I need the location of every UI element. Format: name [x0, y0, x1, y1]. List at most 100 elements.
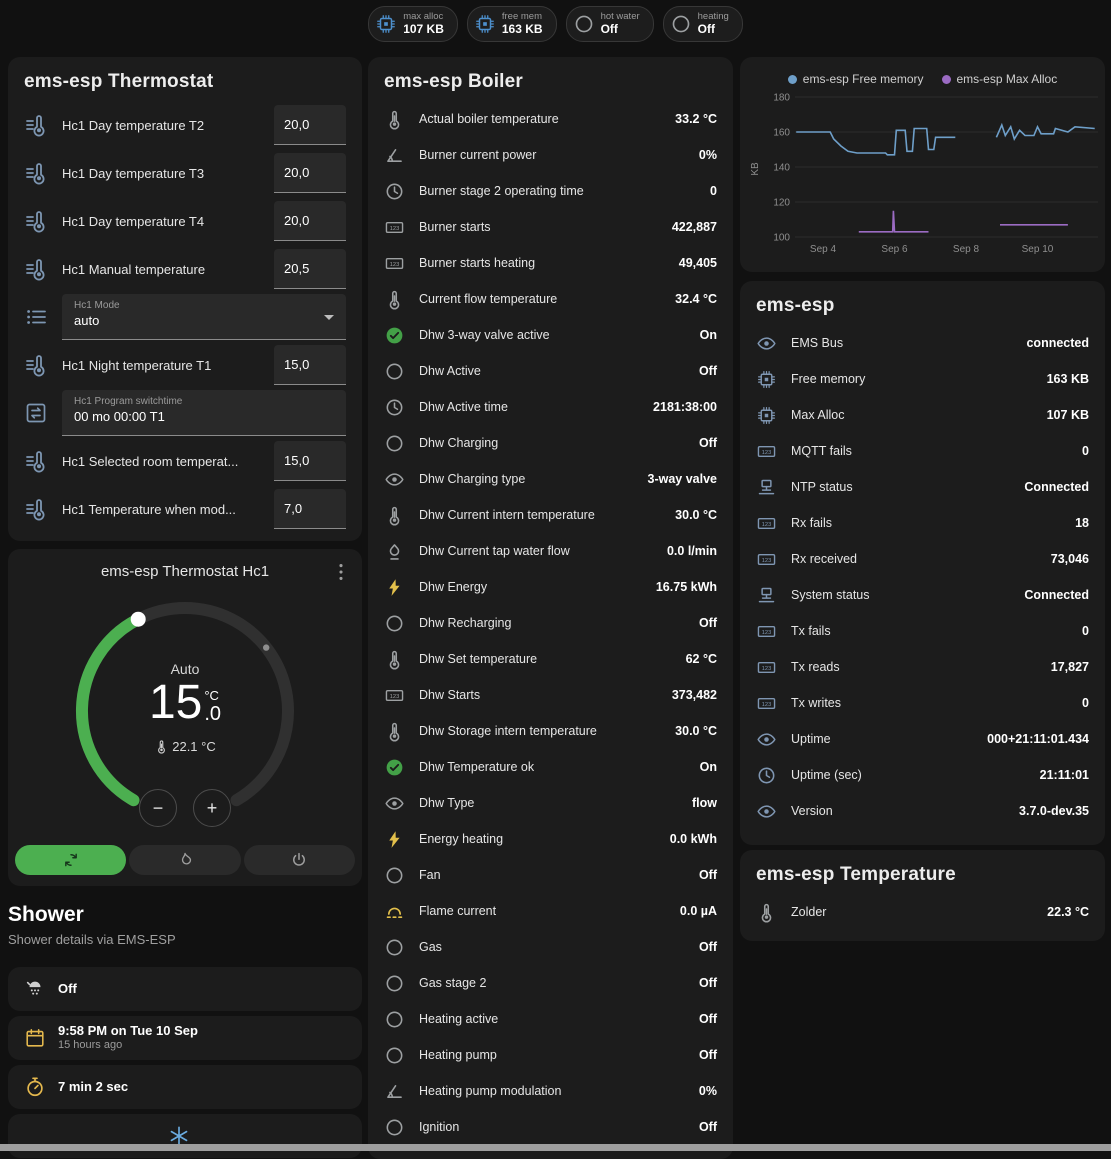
status-badge[interactable]: max alloc 107 KB — [368, 6, 458, 42]
circle-icon — [670, 13, 692, 35]
number-input[interactable]: 15,0 — [274, 345, 346, 385]
legend-item[interactable]: ems-esp Free memory — [788, 72, 924, 86]
entity-row[interactable]: Hc1 Temperature when mod... 7,0 Hc1 Temp… — [24, 485, 346, 533]
sensor-row[interactable]: System status Connected — [756, 577, 1089, 613]
sensor-row[interactable]: Dhw Set temperature 62 °C — [384, 641, 717, 677]
shower-card[interactable]: 9:58 PM on Tue 10 Sep 15 hours ago — [8, 1016, 362, 1060]
select-field[interactable]: Hc1 Mode auto — [62, 294, 346, 340]
entity-label: Hc1 Manual temperature — [62, 262, 274, 277]
power-icon — [290, 851, 308, 869]
sensor-row[interactable]: MQTT fails 0 — [756, 433, 1089, 469]
select-field[interactable]: Hc1 Program switchtime 00 mo 00:00 T1 — [62, 390, 346, 436]
hvac-mode-button[interactable] — [15, 845, 126, 875]
sensor-row[interactable]: Dhw Current tap water flow 0.0 l/min — [384, 533, 717, 569]
entity-row[interactable]: Hc1 Selected room temperat... 15,0 Hc1 S… — [24, 437, 346, 485]
sensor-row[interactable]: Burner current power 0% — [384, 137, 717, 173]
circle-icon — [384, 1009, 405, 1030]
shower-card[interactable]: Off — [8, 967, 362, 1011]
sensor-row[interactable]: Dhw Energy 16.75 kWh — [384, 569, 717, 605]
eye-icon — [756, 729, 777, 750]
sensor-row[interactable]: Energy heating 0.0 kWh — [384, 821, 717, 857]
sensor-row[interactable]: Uptime 000+21:11:01.434 — [756, 721, 1089, 757]
sensor-row[interactable]: Ignition Off — [384, 1109, 717, 1145]
field-label: Hc1 Mode — [74, 300, 318, 311]
sensor-row[interactable]: Fan Off — [384, 857, 717, 893]
sensor-name: Uptime — [791, 732, 973, 746]
sensor-row[interactable]: Tx fails 0 — [756, 613, 1089, 649]
sensor-row[interactable]: Dhw Temperature ok On — [384, 749, 717, 785]
status-badge[interactable]: free mem 163 KB — [467, 6, 557, 42]
sensor-row[interactable]: Rx fails 18 — [756, 505, 1089, 541]
sensor-row[interactable]: Uptime (sec) 21:11:01 — [756, 757, 1089, 793]
sensor-row[interactable]: Dhw Storage intern temperature 30.0 °C — [384, 713, 717, 749]
horizontal-scrollbar[interactable] — [0, 1144, 1111, 1151]
hvac-mode-button[interactable] — [244, 845, 355, 875]
sensor-row[interactable]: Burner starts heating 49,405 — [384, 245, 717, 281]
number-input[interactable]: 7,0 — [274, 489, 346, 529]
sensor-row[interactable]: Gas stage 2 Off — [384, 965, 717, 1001]
number-input[interactable]: 15,0 — [274, 441, 346, 481]
hvac-mode-button[interactable] — [129, 845, 240, 875]
sensor-row[interactable]: Heating active Off — [384, 1001, 717, 1037]
sensor-row[interactable]: NTP status Connected — [756, 469, 1089, 505]
status-badge[interactable]: hot water Off — [566, 6, 654, 42]
temp-increase-button[interactable]: + — [193, 789, 231, 827]
sensor-row[interactable]: Heating pump Off — [384, 1037, 717, 1073]
number-input[interactable]: 20,0 — [274, 153, 346, 193]
sensor-row[interactable]: Dhw Recharging Off — [384, 605, 717, 641]
sensor-row[interactable]: Burner starts 422,887 — [384, 209, 717, 245]
sensor-row[interactable]: Flame current 0.0 µA — [384, 893, 717, 929]
badge-value: Off — [698, 23, 729, 36]
dots-vertical-icon[interactable] — [330, 561, 352, 583]
sensor-row[interactable]: Dhw 3-way valve active On — [384, 317, 717, 353]
shower-card[interactable] — [8, 1114, 362, 1158]
sensor-name: Dhw Charging — [419, 436, 685, 450]
entity-row[interactable]: Hc1 Mode auto Hc1 Mode auto — [24, 293, 346, 341]
sensor-row[interactable]: Dhw Starts 373,482 — [384, 677, 717, 713]
sensor-value: Connected — [1024, 588, 1089, 602]
temperature-card: ems-esp Temperature Zolder 22.3 °C — [740, 850, 1105, 941]
sensor-row[interactable]: EMS Bus connected — [756, 325, 1089, 361]
sensor-row[interactable]: Tx reads 17,827 — [756, 649, 1089, 685]
shower-card[interactable]: 7 min 2 sec — [8, 1065, 362, 1109]
entity-row[interactable]: Hc1 Day temperature T3 20,0 Hc1 Day temp… — [24, 149, 346, 197]
number-input[interactable]: 20,0 — [274, 105, 346, 145]
sensor-row[interactable]: Zolder 22.3 °C — [756, 894, 1089, 930]
sensor-value: 17,827 — [1051, 660, 1089, 674]
entity-row[interactable]: Hc1 Day temperature T2 20,0 Hc1 Day temp… — [24, 101, 346, 149]
sensor-row[interactable]: Dhw Charging Off — [384, 425, 717, 461]
temp-decrease-button[interactable]: − — [139, 789, 177, 827]
sensor-row[interactable]: Free memory 163 KB — [756, 361, 1089, 397]
svg-text:140: 140 — [773, 163, 790, 174]
sensor-row[interactable]: Dhw Current intern temperature 30.0 °C — [384, 497, 717, 533]
legend-item[interactable]: ems-esp Max Alloc — [942, 72, 1058, 86]
sensor-row[interactable]: Burner stage 2 operating time 0 — [384, 173, 717, 209]
number-input[interactable]: 20,0 — [274, 201, 346, 241]
section-subtitle: Shower details via EMS-ESP — [8, 932, 362, 947]
entity-row[interactable]: Hc1 Night temperature T1 15,0 Hc1 Night … — [24, 341, 346, 389]
status-badge[interactable]: heating Off — [663, 6, 743, 42]
sensor-row[interactable]: Max Alloc 107 KB — [756, 397, 1089, 433]
entity-row[interactable]: Hc1 Program switchtime 00 mo 00:00 T1 Hc… — [24, 389, 346, 437]
sensor-row[interactable]: Actual boiler temperature 33.2 °C — [384, 101, 717, 137]
entity-row[interactable]: Hc1 Manual temperature 20,5 Hc1 Manual t… — [24, 245, 346, 293]
sensor-row[interactable]: Tx writes 0 — [756, 685, 1089, 721]
entity-row[interactable]: Hc1 Day temperature T4 20,0 Hc1 Day temp… — [24, 197, 346, 245]
sensor-row[interactable]: Dhw Active time 2181:38:00 — [384, 389, 717, 425]
entity-label: Hc1 Day temperature T3 — [62, 166, 274, 181]
sensor-row[interactable]: Heating pump modulation 0% — [384, 1073, 717, 1109]
svg-text:KB: KB — [750, 162, 761, 176]
sensor-value: 373,482 — [672, 688, 717, 702]
counter-icon — [756, 549, 777, 570]
sensor-name: Dhw Current tap water flow — [419, 544, 653, 558]
sensor-name: Zolder — [791, 905, 1033, 919]
sensor-row[interactable]: Version 3.7.0-dev.35 — [756, 793, 1089, 829]
sensor-row[interactable]: Dhw Active Off — [384, 353, 717, 389]
counter-icon — [384, 685, 405, 706]
number-input[interactable]: 20,5 — [274, 249, 346, 289]
sensor-row[interactable]: Dhw Type flow — [384, 785, 717, 821]
sensor-row[interactable]: Dhw Charging type 3-way valve — [384, 461, 717, 497]
sensor-row[interactable]: Rx received 73,046 — [756, 541, 1089, 577]
sensor-row[interactable]: Gas Off — [384, 929, 717, 965]
sensor-row[interactable]: Current flow temperature 32.4 °C — [384, 281, 717, 317]
